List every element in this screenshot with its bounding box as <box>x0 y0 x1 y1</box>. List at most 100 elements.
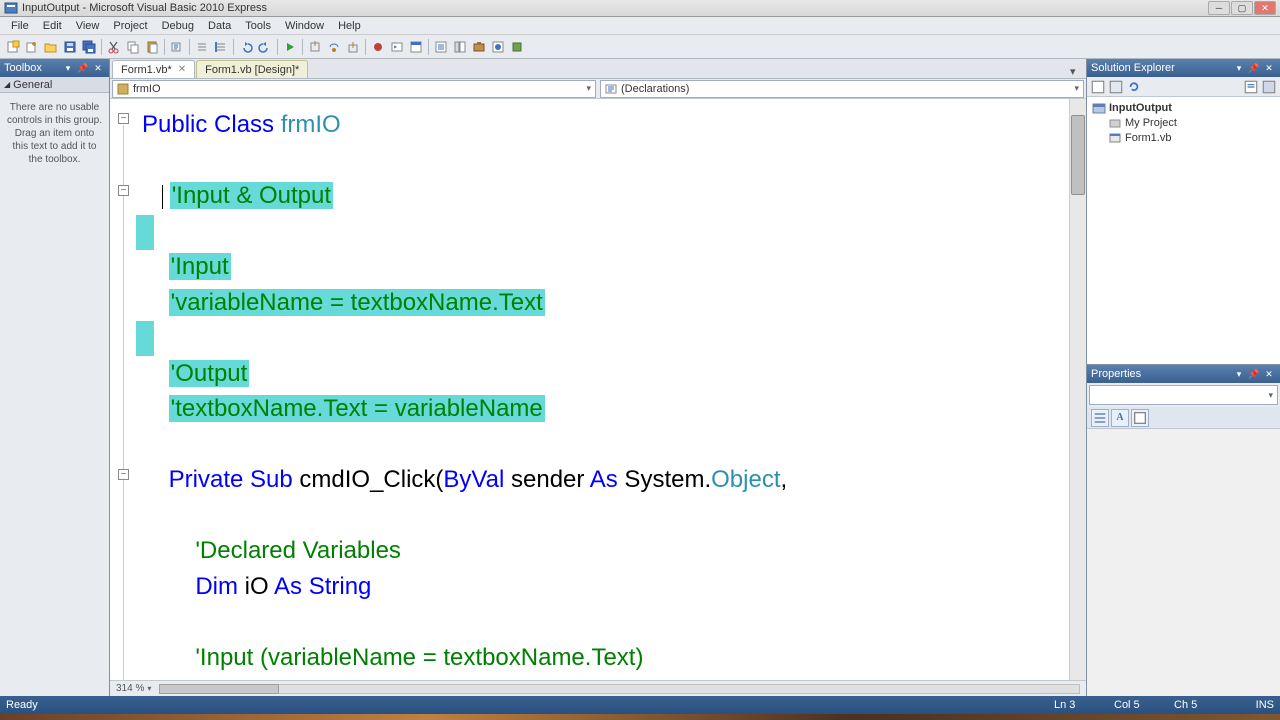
toolbox-group-general[interactable]: ◢ General <box>0 77 109 93</box>
show-all-icon[interactable] <box>1108 79 1124 95</box>
view-designer-icon[interactable] <box>1261 79 1277 95</box>
step-into-button[interactable] <box>306 38 324 56</box>
code-editor[interactable]: − − − Public Class frmIO 'Input & Output… <box>110 99 1086 680</box>
properties-object-selector[interactable]: ▾ <box>1089 385 1278 405</box>
fold-button[interactable]: − <box>118 113 129 124</box>
panel-pin-icon[interactable]: 📌 <box>1247 61 1261 75</box>
member-selector[interactable]: (Declarations) ▾ <box>600 80 1084 98</box>
new-project-button[interactable] <box>4 38 22 56</box>
fold-button[interactable]: − <box>118 469 129 480</box>
menu-data[interactable]: Data <box>201 19 238 33</box>
toolbox-close-icon[interactable]: ✕ <box>91 61 105 75</box>
tab-label: Form1.vb [Design]* <box>205 64 299 76</box>
toolbar-separator <box>365 39 366 55</box>
cut-button[interactable] <box>105 38 123 56</box>
start-button[interactable] <box>281 38 299 56</box>
menu-window[interactable]: Window <box>278 19 331 33</box>
redo-button[interactable] <box>256 38 274 56</box>
toolbox-button[interactable] <box>470 38 488 56</box>
view-code-icon[interactable] <box>1243 79 1259 95</box>
menu-tools[interactable]: Tools <box>238 19 278 33</box>
toolbox-panel: Toolbox ▾ 📌 ✕ ◢ General There are no usa… <box>0 59 110 696</box>
tab-form1-design[interactable]: Form1.vb [Design]* <box>196 60 308 78</box>
open-button[interactable] <box>42 38 60 56</box>
refresh-icon[interactable] <box>1126 79 1142 95</box>
menu-edit[interactable]: Edit <box>36 19 69 33</box>
step-over-button[interactable] <box>325 38 343 56</box>
tab-form1-vb[interactable]: Form1.vb* ✕ <box>112 60 195 78</box>
toolbox-dropdown-icon[interactable]: ▾ <box>61 61 75 75</box>
properties-grid[interactable] <box>1087 429 1280 696</box>
scrollbar-thumb[interactable] <box>1071 115 1085 195</box>
start-page-button[interactable] <box>489 38 507 56</box>
status-line: Ln 3 <box>1054 699 1114 711</box>
statusbar: Ready Ln 3 Col 5 Ch 5 INS <box>0 696 1280 714</box>
properties-button[interactable] <box>432 38 450 56</box>
extension-button[interactable] <box>508 38 526 56</box>
close-button[interactable]: ✕ <box>1254 1 1276 15</box>
code-body[interactable]: Public Class frmIO 'Input & Output 'Inpu… <box>136 99 1069 680</box>
properties-title: Properties <box>1091 368 1231 380</box>
document-tabs: Form1.vb* ✕ Form1.vb [Design]* ▾ <box>110 59 1086 79</box>
tree-myproject-node[interactable]: My Project <box>1090 115 1277 130</box>
tree-project-node[interactable]: InputOutput <box>1090 100 1277 115</box>
menu-debug[interactable]: Debug <box>155 19 201 33</box>
taskbar-peek <box>0 714 1280 720</box>
breakpoint-button[interactable] <box>369 38 387 56</box>
scrollbar-thumb[interactable] <box>159 684 279 694</box>
uncomment-button[interactable] <box>212 38 230 56</box>
toolbar-separator <box>189 39 190 55</box>
chevron-down-icon: ▾ <box>586 83 591 94</box>
save-button[interactable] <box>61 38 79 56</box>
undo-button[interactable] <box>237 38 255 56</box>
toolbar <box>0 35 1280 59</box>
toolbox-pin-icon[interactable]: 📌 <box>76 61 90 75</box>
toolbar-separator <box>101 39 102 55</box>
comment-button[interactable] <box>193 38 211 56</box>
tab-close-icon[interactable]: ✕ <box>178 64 186 75</box>
tree-form1-node[interactable]: Form1.vb <box>1090 130 1277 145</box>
paste-button[interactable] <box>143 38 161 56</box>
properties-header: Properties ▾ 📌 ✕ <box>1087 365 1280 383</box>
toolbox-header: Toolbox ▾ 📌 ✕ <box>0 59 109 77</box>
toolbar-separator <box>277 39 278 55</box>
minimize-button[interactable]: ─ <box>1208 1 1230 15</box>
panel-close-icon[interactable]: ✕ <box>1262 61 1276 75</box>
alphabetical-icon[interactable]: A <box>1111 409 1129 427</box>
panel-dropdown-icon[interactable]: ▾ <box>1232 367 1246 381</box>
editor-area: Form1.vb* ✕ Form1.vb [Design]* ▾ frmIO ▾… <box>110 59 1086 696</box>
zoom-level[interactable]: 314 % <box>116 683 144 694</box>
copy-button[interactable] <box>124 38 142 56</box>
properties-icon[interactable] <box>1090 79 1106 95</box>
find-button[interactable] <box>168 38 186 56</box>
toolbox-group-label: General <box>13 79 52 91</box>
horizontal-scrollbar[interactable] <box>159 684 1080 694</box>
save-all-button[interactable] <box>80 38 98 56</box>
menu-view[interactable]: View <box>69 19 107 33</box>
immediate-button[interactable] <box>388 38 406 56</box>
step-out-button[interactable] <box>344 38 362 56</box>
window-controls: ─ ▢ ✕ <box>1208 1 1276 15</box>
object-browser-button[interactable] <box>451 38 469 56</box>
folder-icon <box>1108 117 1122 129</box>
tree-node-label: My Project <box>1125 117 1177 129</box>
solution-explorer-button[interactable] <box>407 38 425 56</box>
categorized-icon[interactable] <box>1091 409 1109 427</box>
class-selector[interactable]: frmIO ▾ <box>112 80 596 98</box>
menu-project[interactable]: Project <box>106 19 154 33</box>
add-item-button[interactable] <box>23 38 41 56</box>
chevron-down-icon[interactable]: ▾ <box>147 684 151 693</box>
tabs-dropdown-icon[interactable]: ▾ <box>1070 65 1086 78</box>
menu-help[interactable]: Help <box>331 19 368 33</box>
menu-file[interactable]: File <box>4 19 36 33</box>
vertical-scrollbar[interactable] <box>1069 99 1086 680</box>
outline-gutter[interactable]: − − − <box>110 99 136 680</box>
panel-dropdown-icon[interactable]: ▾ <box>1232 61 1246 75</box>
panel-pin-icon[interactable]: 📌 <box>1247 367 1261 381</box>
maximize-button[interactable]: ▢ <box>1231 1 1253 15</box>
fold-button[interactable]: − <box>118 185 129 196</box>
solution-toolbar <box>1087 77 1280 97</box>
panel-close-icon[interactable]: ✕ <box>1262 367 1276 381</box>
solution-tree[interactable]: InputOutput My Project Form1.vb <box>1087 97 1280 364</box>
property-pages-icon[interactable] <box>1131 409 1149 427</box>
